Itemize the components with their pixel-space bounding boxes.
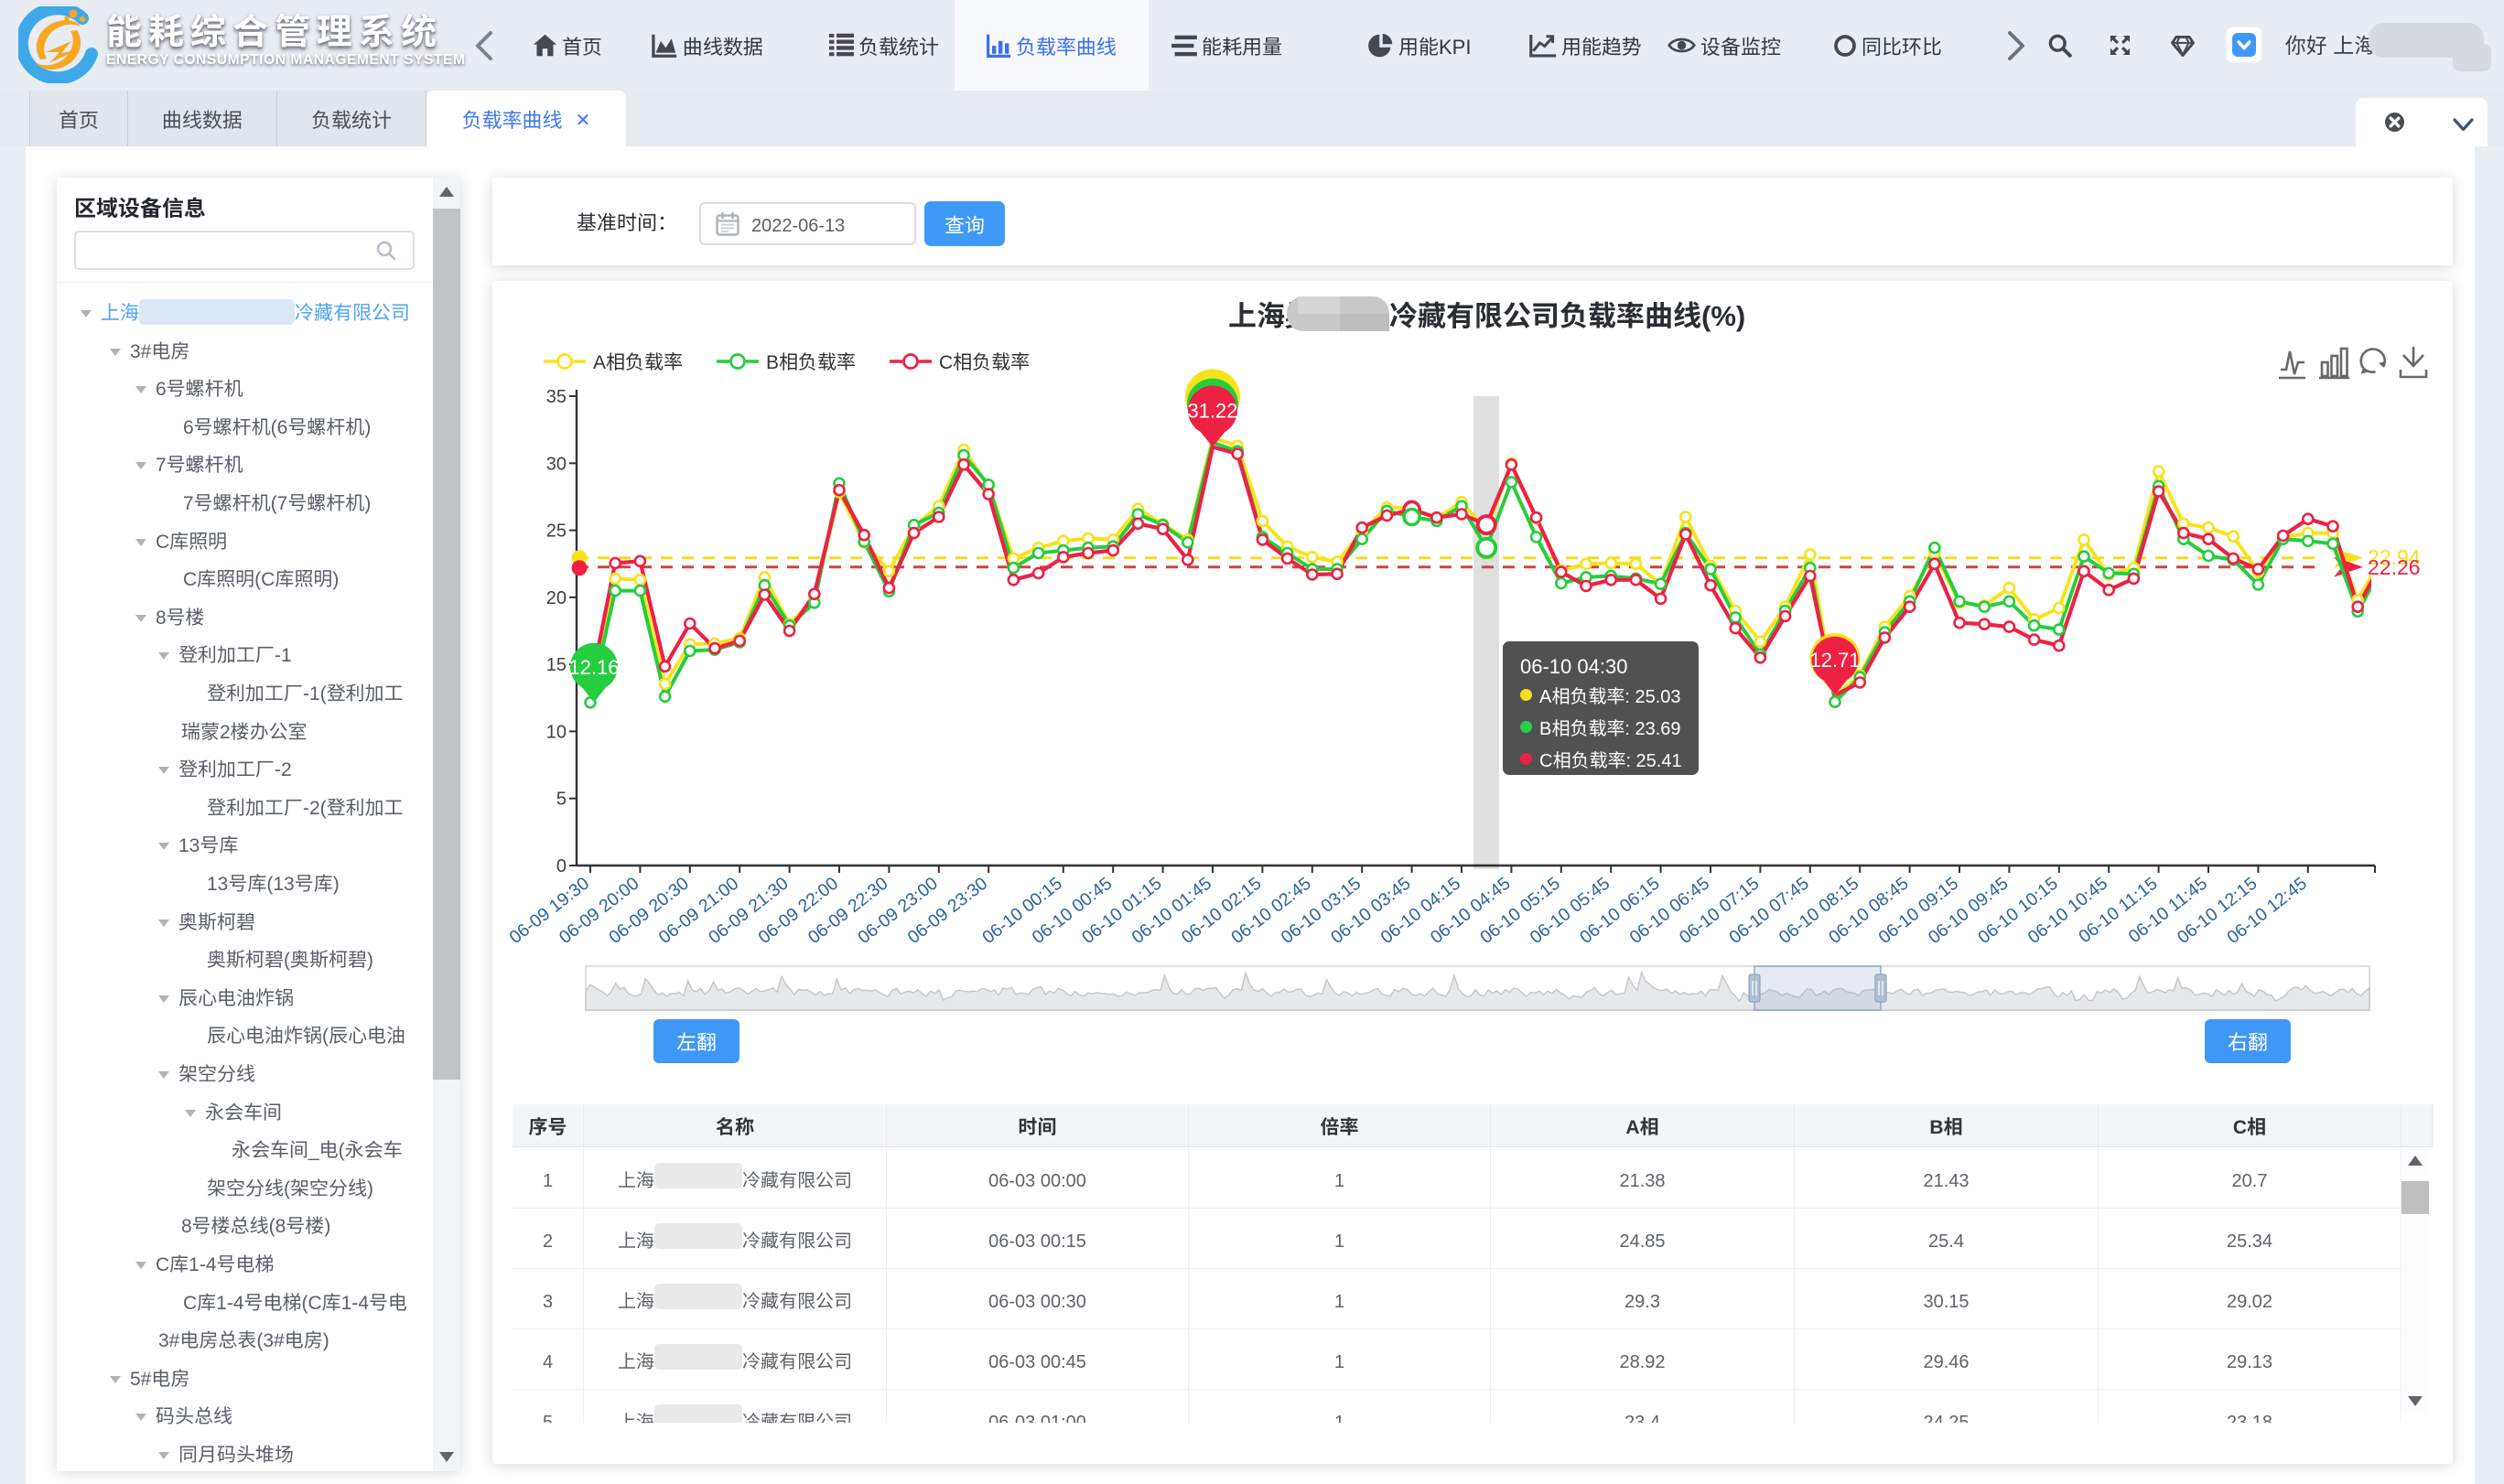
svg-text:22.26: 22.26	[2368, 555, 2421, 579]
svg-text:C相负载率: C相负载率	[939, 348, 1030, 375]
svg-text:冷藏有限公司负载率曲线(%): 冷藏有限公司负载率曲线(%)	[1389, 293, 1745, 334]
svg-text:35: 35	[546, 387, 567, 407]
svg-text:15: 15	[546, 655, 567, 675]
svg-text:12.71: 12.71	[1809, 649, 1860, 672]
svg-text:30: 30	[546, 454, 567, 474]
svg-text:12.16: 12.16	[568, 656, 619, 679]
svg-text:10: 10	[546, 722, 567, 742]
svg-text:20: 20	[546, 588, 567, 608]
svg-text:5: 5	[556, 790, 567, 810]
svg-text:A相负载率: A相负载率	[593, 348, 683, 375]
svg-text:31.22: 31.22	[1187, 400, 1237, 423]
svg-text:B相负载率: B相负载率	[766, 348, 856, 375]
svg-text:0: 0	[556, 856, 567, 876]
svg-text:25: 25	[546, 522, 567, 542]
